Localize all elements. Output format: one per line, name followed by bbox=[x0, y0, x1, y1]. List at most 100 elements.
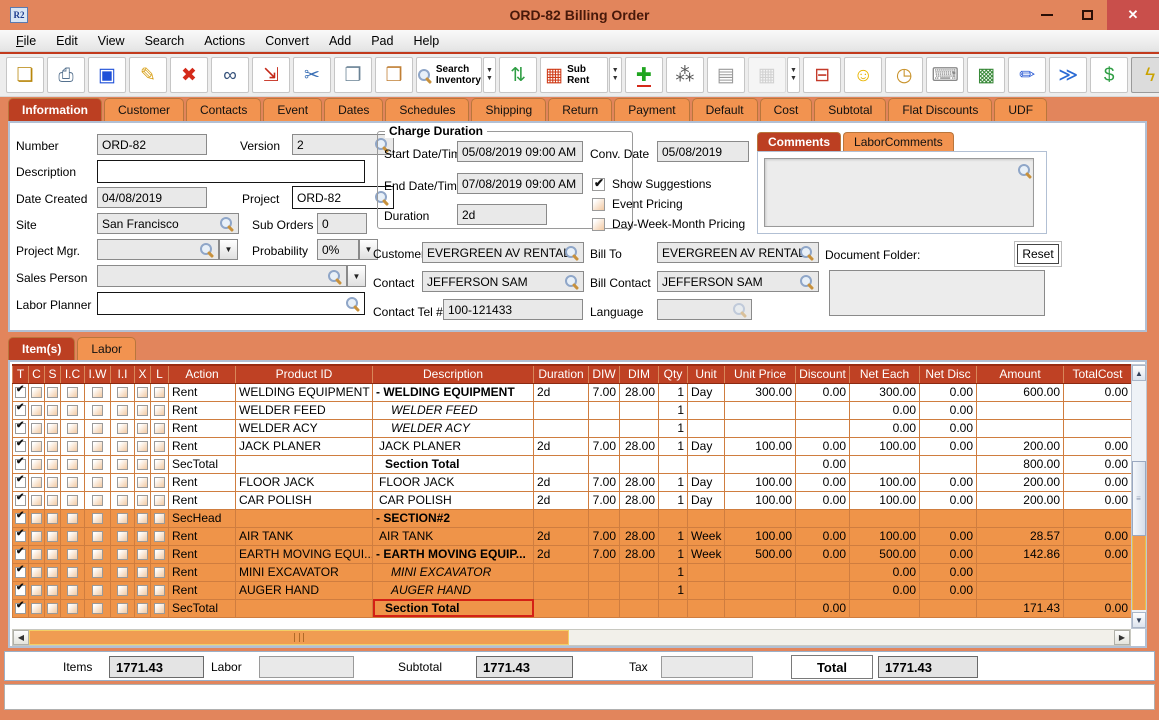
table-row[interactable]: RentWELDER FEEDWELDER FEED10.000.00 bbox=[13, 401, 1132, 419]
row-checkbox-l[interactable] bbox=[151, 527, 169, 545]
cell-unit-price[interactable] bbox=[725, 563, 796, 581]
cell-duration[interactable]: 2d bbox=[534, 473, 589, 491]
cell-duration[interactable] bbox=[534, 581, 589, 599]
tab-return[interactable]: Return bbox=[548, 98, 612, 121]
save-button[interactable]: ▣ bbox=[88, 57, 126, 93]
cell-qty[interactable]: 1 bbox=[659, 437, 688, 455]
row-checkbox-i.w[interactable] bbox=[85, 455, 111, 473]
cell-diw[interactable]: 7.00 bbox=[589, 545, 620, 563]
row-checkbox-l[interactable] bbox=[151, 563, 169, 581]
tab-contacts[interactable]: Contacts bbox=[186, 98, 261, 121]
calendar-button[interactable]: ▦ bbox=[748, 57, 786, 93]
row-checkbox-x[interactable] bbox=[135, 509, 151, 527]
sub-rent-dropdown[interactable]: ▼▼ bbox=[609, 57, 622, 93]
cell-net-each[interactable] bbox=[850, 599, 920, 617]
cell-dim[interactable]: 28.00 bbox=[620, 473, 659, 491]
cell-unit[interactable] bbox=[688, 455, 725, 473]
cell-net-disc[interactable]: 0.00 bbox=[920, 527, 977, 545]
cell-amount[interactable] bbox=[977, 563, 1064, 581]
cell-qty[interactable]: 1 bbox=[659, 419, 688, 437]
column-header-qty[interactable]: Qty bbox=[659, 365, 688, 383]
cell-action[interactable]: Rent bbox=[169, 383, 236, 401]
row-checkbox-l[interactable] bbox=[151, 599, 169, 617]
cell-net-each[interactable]: 0.00 bbox=[850, 401, 920, 419]
items-tab-item-s-[interactable]: Item(s) bbox=[8, 337, 75, 360]
minimize-button[interactable] bbox=[1027, 0, 1067, 30]
row-checkbox-s[interactable] bbox=[45, 437, 61, 455]
row-checkbox-i.i[interactable] bbox=[111, 563, 135, 581]
table-row[interactable]: RentMINI EXCAVATORMINI EXCAVATOR10.000.0… bbox=[13, 563, 1132, 581]
cell-dim[interactable] bbox=[620, 401, 659, 419]
row-checkbox-x[interactable] bbox=[135, 545, 151, 563]
cell-amount[interactable]: 171.43 bbox=[977, 599, 1064, 617]
row-checkbox-l[interactable] bbox=[151, 545, 169, 563]
subtotal-field[interactable]: 1771.43 bbox=[476, 656, 573, 678]
customer-field[interactable]: EVERGREEN AV RENTALS bbox=[422, 242, 584, 263]
row-checkbox-s[interactable] bbox=[45, 509, 61, 527]
cell-total-cost[interactable]: 0.00 bbox=[1064, 455, 1132, 473]
cell-amount[interactable]: 600.00 bbox=[977, 383, 1064, 401]
shortcut-key-button[interactable]: ⌨ bbox=[926, 57, 964, 93]
conv-date-field[interactable]: 05/08/2019 bbox=[657, 141, 749, 162]
cell-duration[interactable] bbox=[534, 599, 589, 617]
row-checkbox-s[interactable] bbox=[45, 491, 61, 509]
row-checkbox-i.c[interactable] bbox=[61, 563, 85, 581]
row-checkbox-t[interactable] bbox=[13, 527, 29, 545]
cell-action[interactable]: SecTotal bbox=[169, 599, 236, 617]
cell-discount[interactable] bbox=[796, 563, 850, 581]
cell-unit[interactable]: Day bbox=[688, 491, 725, 509]
cell-unit-price[interactable] bbox=[725, 581, 796, 599]
cell-discount[interactable] bbox=[796, 419, 850, 437]
cell-duration[interactable] bbox=[534, 401, 589, 419]
column-header-amount[interactable]: Amount bbox=[977, 365, 1064, 383]
row-checkbox-t[interactable] bbox=[13, 491, 29, 509]
search-inventory-button[interactable]: SearchInventory bbox=[416, 57, 482, 93]
column-header-s[interactable]: S bbox=[45, 365, 61, 383]
start-datetime-field[interactable]: 05/08/2019 09:00 AM bbox=[457, 141, 583, 162]
cell-net-disc[interactable]: 0.00 bbox=[920, 401, 977, 419]
cell-net-each[interactable]: 0.00 bbox=[850, 419, 920, 437]
row-checkbox-c[interactable] bbox=[29, 383, 45, 401]
row-checkbox-i.w[interactable] bbox=[85, 437, 111, 455]
comments-textarea[interactable] bbox=[764, 158, 1034, 227]
row-checkbox-x[interactable] bbox=[135, 491, 151, 509]
probability-field[interactable]: 0% bbox=[317, 239, 359, 260]
cell-diw[interactable] bbox=[589, 455, 620, 473]
tab-flat-discounts[interactable]: Flat Discounts bbox=[888, 98, 992, 121]
cell-net-each[interactable] bbox=[850, 455, 920, 473]
row-checkbox-l[interactable] bbox=[151, 509, 169, 527]
table-row[interactable]: SecTotalSection Total0.00800.000.00 bbox=[13, 455, 1132, 473]
cell-qty[interactable] bbox=[659, 509, 688, 527]
column-header-dim[interactable]: DIM bbox=[620, 365, 659, 383]
sales-person-dropdown[interactable]: ▼ bbox=[347, 265, 366, 287]
row-checkbox-s[interactable] bbox=[45, 527, 61, 545]
cell-qty[interactable]: 1 bbox=[659, 545, 688, 563]
row-checkbox-i.w[interactable] bbox=[85, 527, 111, 545]
quick-action-button[interactable]: ϟ bbox=[1131, 57, 1159, 93]
column-header-i.c[interactable]: I.C bbox=[61, 365, 85, 383]
row-checkbox-i.w[interactable] bbox=[85, 401, 111, 419]
cell-total-cost[interactable] bbox=[1064, 581, 1132, 599]
row-checkbox-i.c[interactable] bbox=[61, 509, 85, 527]
column-header-duration[interactable]: Duration bbox=[534, 365, 589, 383]
row-checkbox-i.w[interactable] bbox=[85, 509, 111, 527]
row-checkbox-i.c[interactable] bbox=[61, 599, 85, 617]
row-checkbox-i.i[interactable] bbox=[111, 419, 135, 437]
cell-amount[interactable] bbox=[977, 401, 1064, 419]
row-checkbox-s[interactable] bbox=[45, 599, 61, 617]
row-checkbox-s[interactable] bbox=[45, 383, 61, 401]
cell-net-each[interactable]: 100.00 bbox=[850, 437, 920, 455]
cell-dim[interactable]: 28.00 bbox=[620, 383, 659, 401]
project-mgr-lookup-icon[interactable] bbox=[199, 242, 214, 257]
row-checkbox-i.c[interactable] bbox=[61, 491, 85, 509]
row-checkbox-l[interactable] bbox=[151, 383, 169, 401]
contact-lookup-icon[interactable] bbox=[564, 274, 579, 289]
cell-description[interactable]: Section Total bbox=[373, 455, 534, 473]
blocks-button[interactable]: ▩ bbox=[967, 57, 1005, 93]
row-checkbox-c[interactable] bbox=[29, 527, 45, 545]
cell-duration[interactable]: 2d bbox=[534, 527, 589, 545]
sales-person-field[interactable] bbox=[97, 265, 347, 287]
row-checkbox-i.w[interactable] bbox=[85, 419, 111, 437]
vertical-scroll-thumb[interactable]: ≡ bbox=[1132, 461, 1146, 536]
row-checkbox-i.c[interactable] bbox=[61, 581, 85, 599]
